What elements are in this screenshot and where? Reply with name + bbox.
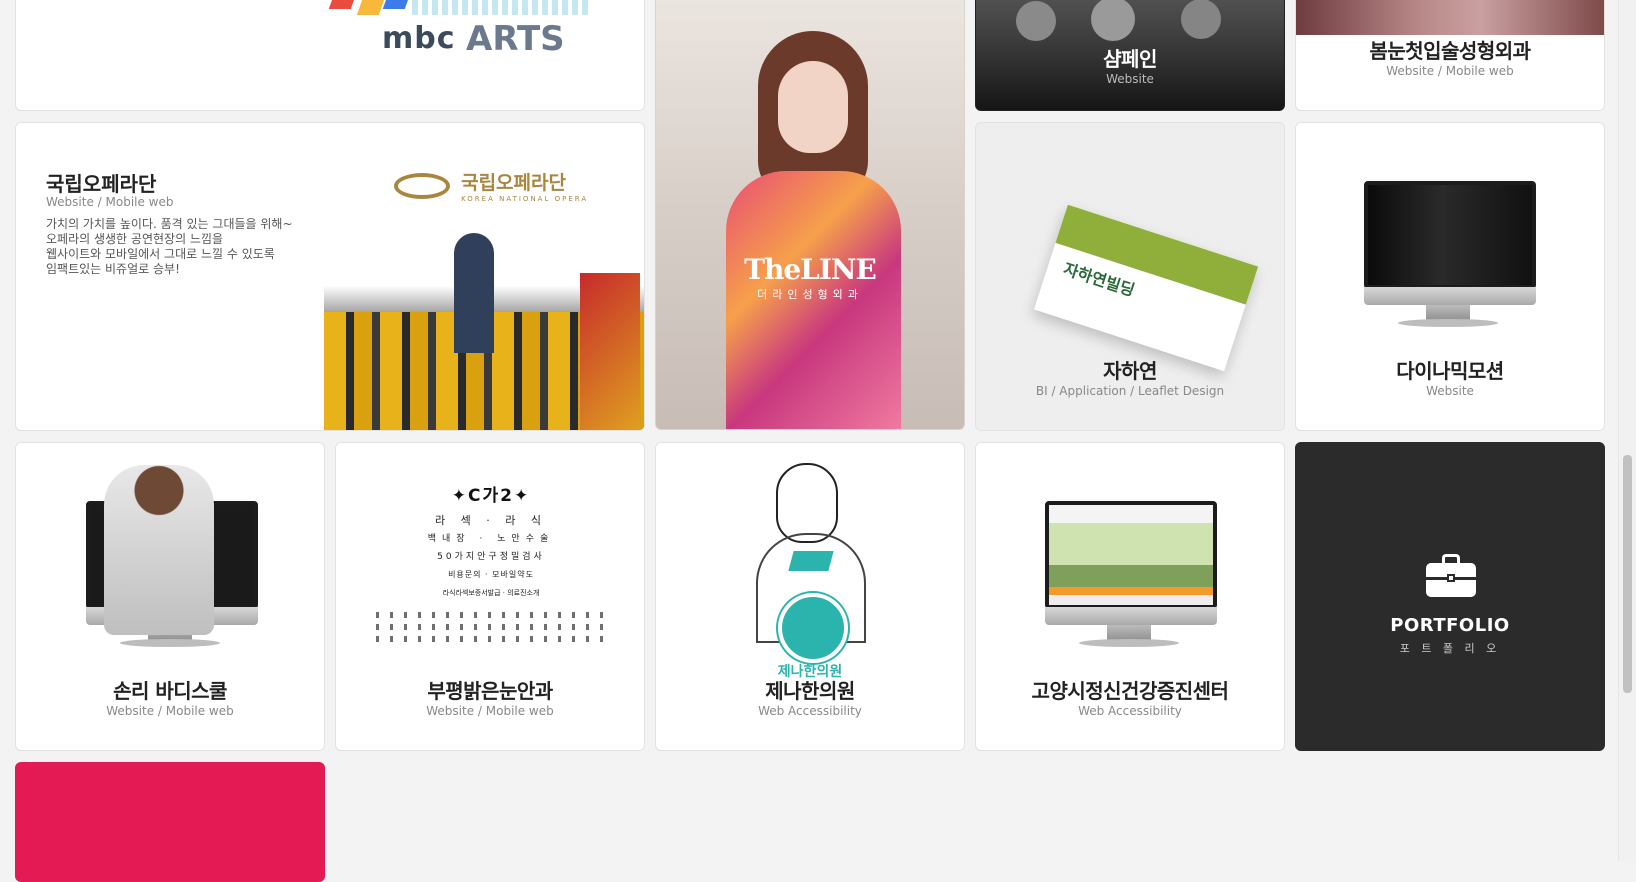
card-theline[interactable]: TheLINE 더라인성형외과 [655,0,965,430]
card-title: 고양시정신건강증진센터 [1031,679,1229,703]
card-subtitle: Web Accessibility [758,704,862,718]
chart-row: 백내장 · 노안수술 [427,534,555,544]
model-face [778,61,848,153]
card-portfolio[interactable]: PORTFOLIO 포 트 폴 리 오 [1295,442,1605,751]
description-line: 임팩트있는 비쥬얼로 승부! [46,262,180,276]
card-subtitle: Website / Mobile web [46,195,174,209]
card-jena[interactable]: 제나한의원 제나한의원 Web Accessibility [655,442,965,751]
chart-row: 라 섹 · 라 식 [435,514,547,527]
card-title: 부평밝은눈안과 [427,679,553,703]
eye-chart: ✦C가2✦ 라 섹 · 라 식 백내장 · 노안수술 50가지안구정밀검사 비용… [376,481,606,646]
theline-logo-sub: 더라인성형외과 [757,288,863,301]
opera-logo-en: KOREA NATIONAL OPERA [461,195,589,203]
page-scrollbar[interactable] [1618,0,1636,861]
card-opera[interactable]: 국립오페라단 Website / Mobile web 가치의 가치를 높이다.… [15,122,645,431]
bomnun-photo [1296,0,1604,35]
monitor-mockup [1045,501,1217,651]
theline-logo: TheLINE 더라인성형외과 [656,253,964,302]
card-title: 샴페인 [1103,47,1157,71]
card-mbc-arts[interactable]: mbc ARTS [15,0,645,111]
description-line: 가치의 가치를 높이다. 품격 있는 그대들을 위해~ [46,217,293,231]
opera-logo: 국립오페라단 KOREA NATIONAL OPERA [394,168,588,203]
card-title: 자하연 [1103,359,1157,383]
description-line: 오페라의 생생한 공연현장의 느낌을 [46,232,224,246]
card-sonri[interactable]: 손리 바디스쿨 Website / Mobile web [15,442,325,751]
card-title: 국립오페라단 [46,172,157,196]
description-line: 웹사이트와 모바일에서 그대로 느낄 수 있도록 [46,247,275,261]
photo-person [1016,1,1056,41]
card-pink-next[interactable] [15,762,325,882]
card-jahayeon[interactable]: 자하연빌딩 자하연 BI / Application / Leaflet Des… [975,122,1285,431]
opera-flag [580,273,640,430]
card-subtitle: BI / Application / Leaflet Design [1035,384,1225,398]
card-title: 다이나믹모션 [1396,359,1504,383]
opera-logo-mark-icon [394,172,450,199]
opera-stage-photo [324,223,644,430]
card-bupyeong[interactable]: ✦C가2✦ 라 섹 · 라 식 백내장 · 노안수술 50가지안구정밀검사 비용… [335,442,645,751]
chart-row: 비용문의 · 모바일약도 [448,570,534,579]
jena-logo-text: 제나한의원 [777,664,843,680]
card-subtitle: Website [1106,72,1154,86]
card-goyang[interactable]: 고양시정신건강증진센터 Web Accessibility [975,442,1285,751]
scrollbar-thumb[interactable] [1623,455,1632,693]
opera-singer [454,233,494,353]
card-subtitle: Website / Mobile web [426,704,554,718]
opera-logo-ko: 국립오페라단 [461,172,566,194]
jena-illustration [746,463,876,663]
card-dynamic-motion[interactable]: 다이나믹모션 Website [1295,122,1605,431]
photo-person [1181,0,1221,39]
arts-logo-text: ARTS [466,19,565,59]
theline-logo-text: TheLINE [744,253,877,286]
jena-emblem-icon [778,593,848,663]
card-samphein[interactable]: 샴페인 Website [975,0,1285,111]
card-title: 손리 바디스쿨 [113,679,227,703]
eye-chart-logo: ✦C가2✦ [451,486,531,506]
opera-description: 가치의 가치를 높이다. 품격 있는 그대들을 위해~ 오페라의 생생한 공연현… [46,217,293,277]
chart-row: 라식라섹보증서발급 · 의료진소개 [442,589,540,597]
chart-row: 50가지안구정밀검사 [437,552,545,562]
briefcase-icon [1426,554,1476,597]
card-subtitle: Website / Mobile web [106,704,234,718]
card-subtitle: Web Accessibility [1078,704,1182,718]
portfolio-title: PORTFOLIO [1390,615,1510,636]
card-subtitle: Website [1426,384,1474,398]
card-subtitle: Website / Mobile web [1386,64,1514,78]
monitor-mockup [1364,181,1536,331]
card-title: 제나한의원 [765,679,855,703]
portfolio-subtitle: 포 트 폴 리 오 [1399,642,1501,655]
mbc-logo-text: mbc [382,21,456,56]
jahayeon-card-mockup: 자하연빌딩 [1033,204,1259,372]
sonri-model [104,465,214,635]
chart-small-rows [376,606,606,646]
card-bomnun[interactable]: 봄눈첫입술성형외과 Website / Mobile web [1295,0,1605,111]
card-title: 봄눈첫입술성형외과 [1369,39,1531,63]
